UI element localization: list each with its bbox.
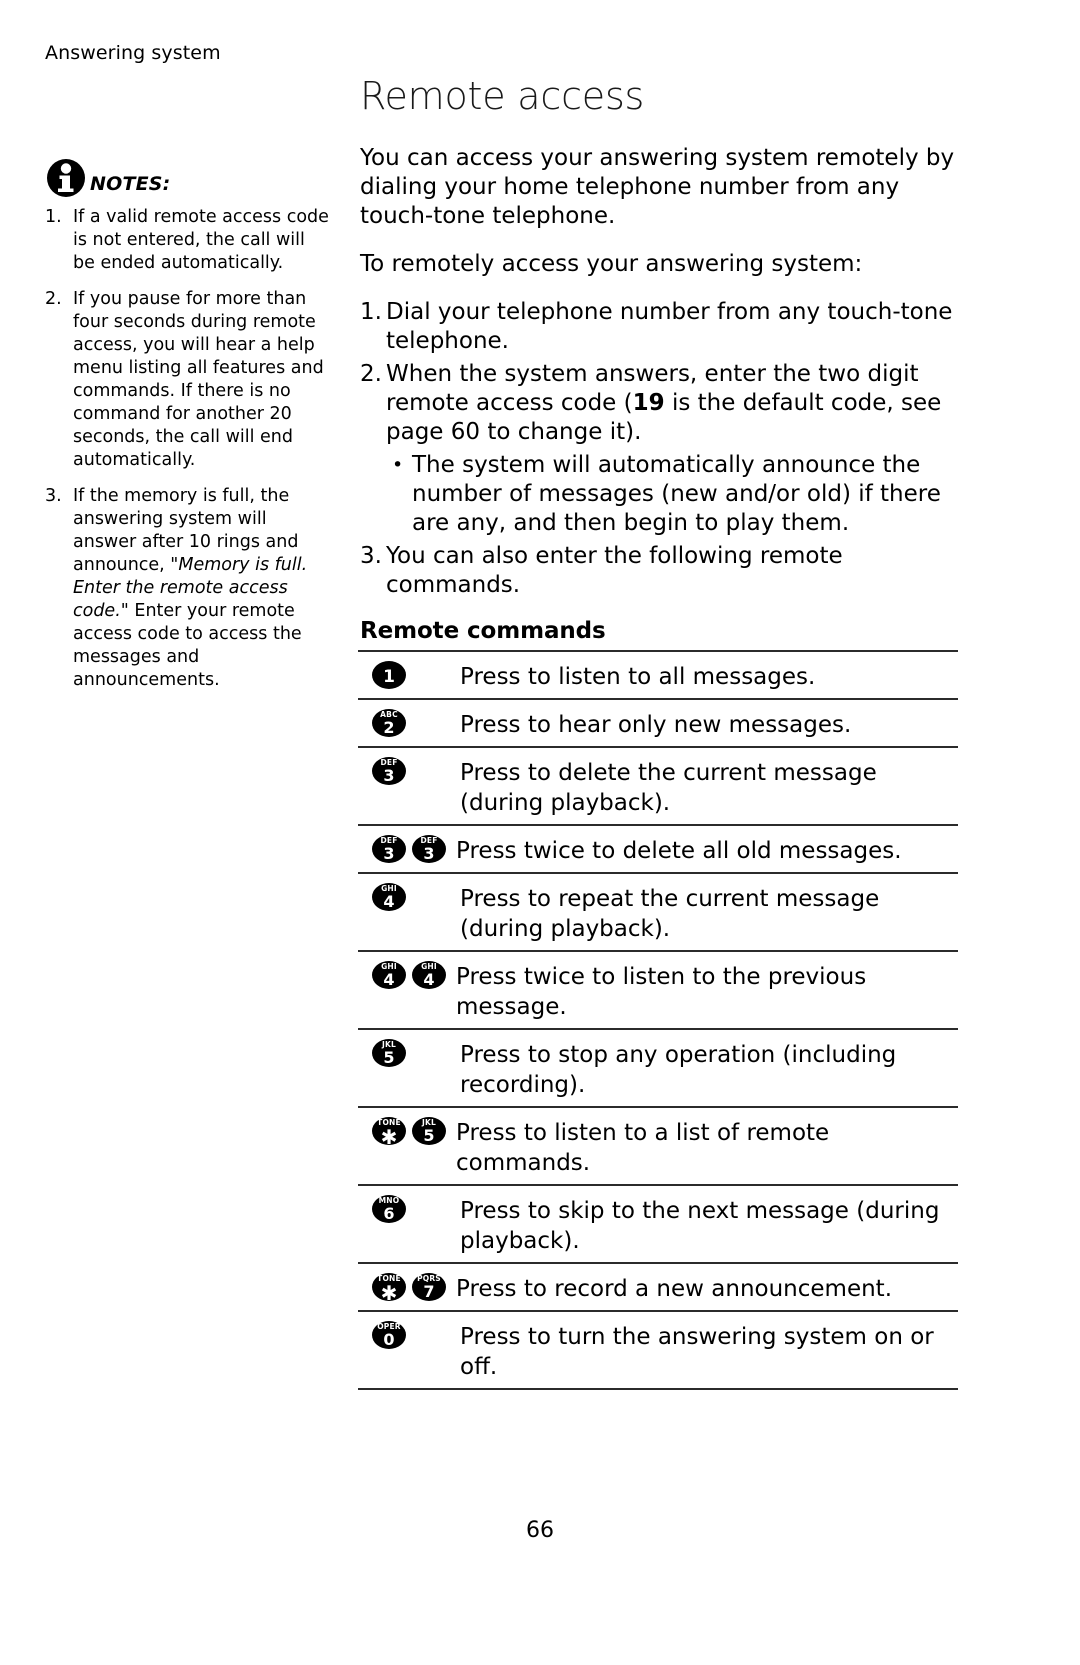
command-description: Press twice to listen to the previous me… (456, 964, 867, 1020)
key-digit: ✱ (380, 1125, 398, 1149)
command-description: Press to listen to a list of remote comm… (456, 1120, 830, 1176)
notes-column: NOTES: 1. If a valid remote access code … (45, 150, 330, 705)
key-group: MNO 6 (358, 1195, 456, 1223)
phone-key-5-icon: JKL 5 (372, 1039, 406, 1067)
step-text: Dial your telephone number from any touc… (386, 299, 953, 354)
notes-header: NOTES: (45, 150, 330, 198)
key-group: GHI 4 GHI 4 (358, 961, 456, 989)
phone-key-star-icon: TONE ✱ (372, 1273, 406, 1305)
table-row: TONE ✱ PQRS 7 Press to record a new anno… (358, 1264, 958, 1312)
step-item: 1. Dial your telephone number from any t… (360, 298, 958, 356)
lead-in-paragraph: To remotely access your answering system… (360, 251, 863, 277)
step-text: You can also enter the following remote … (386, 543, 843, 598)
table-row: DEF 3 DEF 3 Press twice to delete all ol… (358, 826, 958, 874)
intro-paragraph: You can access your answering system rem… (360, 145, 955, 229)
key-digit: 2 (383, 718, 395, 737)
table-row: ABC 2 Press to hear only new messages. (358, 700, 958, 748)
phone-key-3-icon: DEF 3 (372, 835, 406, 863)
info-icon (45, 156, 87, 198)
table-row: GHI 4 GHI 4 Press twice to listen to the… (358, 952, 958, 1030)
step-number: 1. (360, 299, 382, 325)
table-row: GHI 4 Press to repeat the current messag… (358, 874, 958, 952)
key-digit: 1 (383, 667, 395, 687)
command-description: Press to turn the answering system on or… (460, 1324, 934, 1380)
key-digit: 6 (383, 1204, 395, 1223)
phone-key-star-icon: TONE ✱ (372, 1117, 406, 1149)
bullet-text: The system will automatically announce t… (412, 452, 941, 536)
command-description: Press twice to delete all old messages. (456, 838, 902, 864)
note-item: 3. If the memory is full, the answering … (45, 485, 330, 692)
main-column: Remote access You can access your answer… (358, 74, 958, 1390)
key-digit: 0 (383, 1330, 395, 1349)
running-header: Answering system (45, 42, 221, 64)
bullet-item: • The system will automatically announce… (392, 451, 958, 538)
key-group: JKL 5 (358, 1039, 456, 1067)
step-text-mixed: When the system answers, enter the two d… (386, 360, 958, 447)
key-digit: 4 (423, 970, 435, 989)
phone-key-3-icon: DEF 3 (412, 835, 446, 863)
phone-key-1-icon: 1 (372, 661, 406, 689)
key-digit: 3 (383, 766, 395, 785)
phone-key-6-icon: MNO 6 (372, 1195, 406, 1223)
note-item: 2. If you pause for more than four secon… (45, 288, 330, 472)
table-row: MNO 6 Press to skip to the next message … (358, 1186, 958, 1264)
remote-commands-heading: Remote commands (360, 618, 606, 644)
command-description: Press to skip to the next message (durin… (460, 1198, 940, 1254)
command-description: Press to repeat the current message (dur… (460, 886, 880, 942)
phone-key-7-icon: PQRS 7 (412, 1273, 446, 1301)
key-digit: 3 (423, 844, 435, 863)
key-digit: 4 (383, 892, 395, 911)
key-group: GHI 4 (358, 883, 456, 911)
command-description: Press to stop any operation (including r… (460, 1042, 897, 1098)
key-group: 1 (358, 661, 456, 689)
key-group: TONE ✱ PQRS 7 (358, 1273, 456, 1305)
table-row: DEF 3 Press to delete the current messag… (358, 748, 958, 826)
note-text: If you pause for more than four seconds … (73, 289, 324, 470)
remote-commands-table: 1 Press to listen to all messages. ABC 2… (358, 650, 958, 1390)
step-item: 3. You can also enter the following remo… (360, 542, 958, 600)
phone-key-2-icon: ABC 2 (372, 709, 406, 737)
key-group: DEF 3 DEF 3 (358, 835, 456, 863)
phone-key-3-icon: DEF 3 (372, 757, 406, 785)
note-number: 2. (45, 289, 62, 309)
step-number: 2. (360, 361, 382, 387)
bullet-dot-icon: • (392, 454, 404, 476)
key-digit: ✱ (380, 1281, 398, 1305)
key-digit: 3 (383, 844, 395, 863)
key-digit: 5 (383, 1048, 395, 1067)
phone-key-4-icon: GHI 4 (372, 961, 406, 989)
command-description: Press to hear only new messages. (460, 712, 852, 738)
key-digit: 4 (383, 970, 395, 989)
note-text-mixed: If the memory is full, the answering sys… (73, 485, 330, 692)
note-number: 3. (45, 486, 62, 506)
phone-key-5-icon: JKL 5 (412, 1117, 446, 1145)
table-row: 1 Press to listen to all messages. (358, 652, 958, 700)
default-code-value: 19 (632, 390, 665, 416)
step-item: 2. When the system answers, enter the tw… (360, 360, 958, 447)
table-row: OPER 0 Press to turn the answering syste… (358, 1312, 958, 1390)
command-description: Press to delete the current message (dur… (460, 760, 877, 816)
note-text: If a valid remote access code is not ent… (73, 207, 329, 273)
notes-label: NOTES: (90, 173, 171, 195)
key-group: DEF 3 (358, 757, 456, 785)
table-row: TONE ✱ JKL 5 Press to listen to a list o… (358, 1108, 958, 1186)
page-number: 66 (526, 1518, 554, 1543)
note-item: 1. If a valid remote access code is not … (45, 206, 330, 275)
key-group: ABC 2 (358, 709, 456, 737)
command-description: Press to record a new announcement. (456, 1276, 893, 1302)
table-row: JKL 5 Press to stop any operation (inclu… (358, 1030, 958, 1108)
note-number: 1. (45, 207, 62, 227)
command-description: Press to listen to all messages. (460, 664, 816, 690)
key-digit: 7 (423, 1282, 435, 1301)
phone-key-0-icon: OPER 0 (372, 1321, 406, 1349)
page-title: Remote access (360, 74, 645, 118)
phone-key-4-icon: GHI 4 (372, 883, 406, 911)
key-digit: 5 (423, 1126, 435, 1145)
key-group: OPER 0 (358, 1321, 456, 1349)
step-number: 3. (360, 543, 382, 569)
key-group: TONE ✱ JKL 5 (358, 1117, 456, 1149)
phone-key-4-icon: GHI 4 (412, 961, 446, 989)
